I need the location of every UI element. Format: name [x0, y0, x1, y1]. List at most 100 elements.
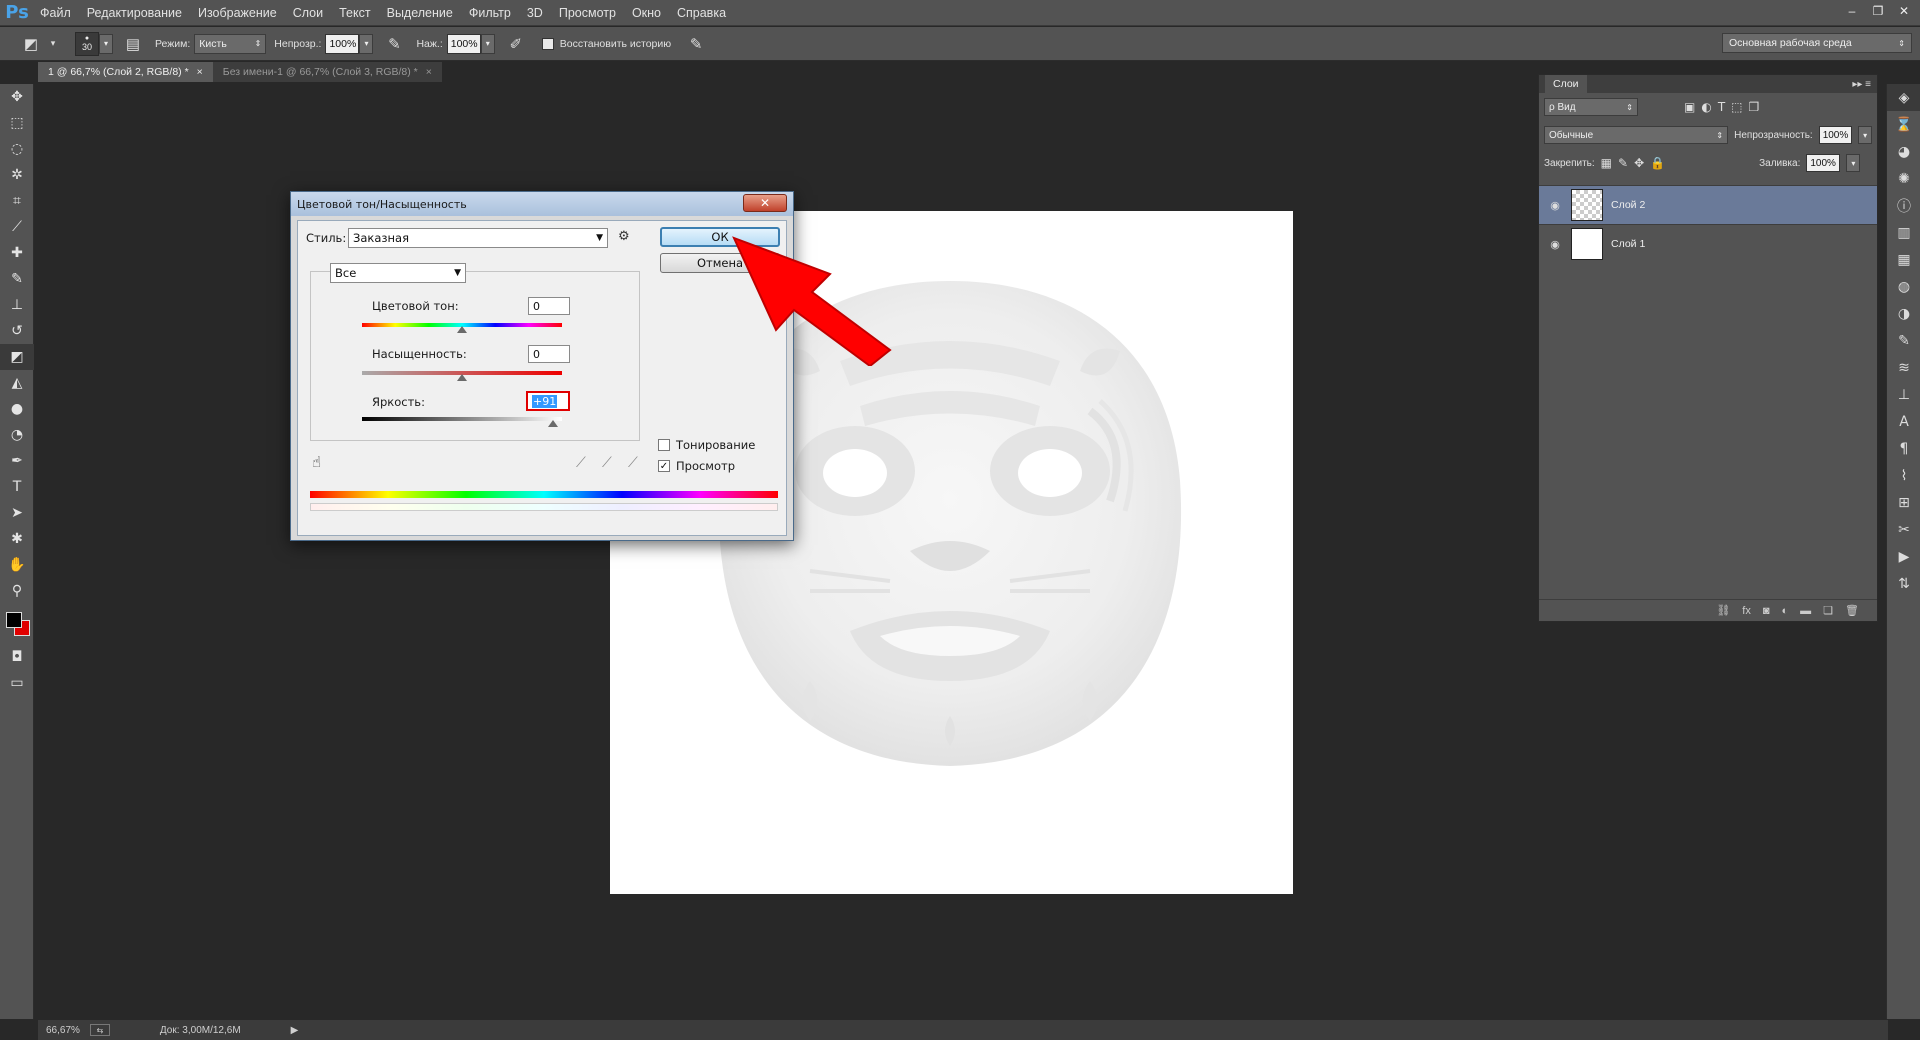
close-app-button[interactable]: ✕: [1892, 2, 1916, 20]
character-panel-icon[interactable]: A: [1887, 408, 1920, 435]
channel-select[interactable]: Все ▼: [330, 263, 466, 283]
menu-type[interactable]: Текст: [331, 0, 378, 26]
filter-type-icon[interactable]: T: [1718, 100, 1725, 114]
saturation-input[interactable]: 0: [528, 345, 570, 363]
menu-filter[interactable]: Фильтр: [461, 0, 519, 26]
foreground-color-swatch[interactable]: [6, 612, 22, 628]
lock-position-icon[interactable]: ✥: [1634, 156, 1644, 170]
tools-presets-icon[interactable]: ✂: [1887, 516, 1920, 543]
properties-panel-icon[interactable]: ⇅: [1887, 570, 1920, 597]
opacity-dropdown[interactable]: ▾: [359, 33, 374, 54]
layer-filter-kind-select[interactable]: ρ Вид ⇕: [1544, 98, 1638, 116]
style-select[interactable]: Заказная ▼: [348, 228, 608, 248]
zoom-level[interactable]: 66,67%: [46, 1025, 80, 1036]
magic-wand-tool-icon[interactable]: ✲: [0, 162, 34, 188]
restore-history-checkbox[interactable]: [541, 37, 554, 50]
history-panel-icon[interactable]: ⌛: [1887, 111, 1920, 138]
paragraph-panel-icon[interactable]: ¶: [1887, 435, 1920, 462]
workspace-select[interactable]: Основная рабочая среда ⇕: [1722, 33, 1912, 53]
brush-presets-icon[interactable]: ✎: [1887, 327, 1920, 354]
filter-pixel-icon[interactable]: ▣: [1684, 100, 1695, 114]
dialog-close-button[interactable]: ✕: [743, 194, 787, 212]
hand-tool-icon[interactable]: ✋: [0, 552, 34, 578]
styles-panel-icon[interactable]: ◍: [1887, 273, 1920, 300]
hue-input[interactable]: 0: [528, 297, 570, 315]
lock-all-icon[interactable]: 🔒: [1650, 156, 1665, 170]
crop-tool-icon[interactable]: ⌗: [0, 188, 34, 214]
marquee-tool-icon[interactable]: ⬚: [0, 110, 34, 136]
menu-image[interactable]: Изображение: [190, 0, 285, 26]
tab-document-untitled[interactable]: Без имени-1 @ 66,7% (Слой 3, RGB/8) * ×: [212, 62, 442, 82]
layer-row-layer-2[interactable]: ◉ Слой 2: [1539, 185, 1877, 224]
link-layers-icon[interactable]: ⛓: [1716, 604, 1730, 617]
pressure-opacity-icon[interactable]: ✎: [383, 33, 405, 55]
dialog-title-bar[interactable]: Цветовой тон/Насыщенность ✕: [291, 192, 793, 216]
adjustments-panel-icon[interactable]: ✺: [1887, 165, 1920, 192]
filter-shape-icon[interactable]: ⬚: [1731, 100, 1742, 114]
shape-tool-icon[interactable]: ✱: [0, 526, 34, 552]
pressure-dropdown[interactable]: ▾: [480, 33, 495, 54]
menu-help[interactable]: Справка: [669, 0, 734, 26]
brush-size-dropdown[interactable]: ▾: [99, 33, 113, 54]
lasso-tool-icon[interactable]: ◌: [0, 136, 34, 162]
opacity-input[interactable]: 100%: [325, 33, 360, 54]
layers-panel-icon[interactable]: ◈: [1887, 84, 1920, 111]
stamp-tool-icon[interactable]: ⊥: [0, 292, 34, 318]
tab-layers[interactable]: Слои: [1545, 75, 1587, 93]
pen-tool-icon[interactable]: ✒: [0, 448, 34, 474]
airbrush-icon[interactable]: ✐: [505, 33, 527, 55]
layer-style-icon[interactable]: fx: [1742, 605, 1751, 617]
masks-panel-icon[interactable]: ◑: [1887, 300, 1920, 327]
eraser-tool-icon[interactable]: ◩: [0, 344, 34, 370]
new-group-icon[interactable]: ▬: [1800, 605, 1811, 617]
fill-dropdown[interactable]: ▾: [1846, 154, 1861, 172]
brush-panel-icon[interactable]: ≋: [1887, 354, 1920, 381]
eyedropper-plus-icon[interactable]: ⟋: [602, 455, 612, 471]
lightness-slider-thumb[interactable]: [548, 420, 558, 427]
tab-close-icon[interactable]: ×: [197, 62, 203, 82]
brush-size-picker[interactable]: ● 30: [75, 31, 99, 56]
eyedropper-icon[interactable]: ⟋: [576, 455, 586, 471]
healing-brush-tool-icon[interactable]: ✚: [0, 240, 34, 266]
paths-panel-icon[interactable]: ⌇: [1887, 462, 1920, 489]
filter-adjustment-icon[interactable]: ◐: [1701, 100, 1711, 114]
blur-tool-icon[interactable]: ●: [0, 396, 34, 422]
preset-options-gear-icon[interactable]: ⚙: [618, 229, 630, 244]
lightness-slider-track[interactable]: [362, 417, 562, 421]
pressure-size-icon[interactable]: ✎: [685, 33, 707, 55]
hue-slider-thumb[interactable]: [457, 326, 467, 333]
blend-mode-select[interactable]: Обычные ⇕: [1544, 126, 1729, 144]
status-menu-arrow-icon[interactable]: ▶: [291, 1025, 299, 1036]
type-tool-icon[interactable]: T: [0, 474, 34, 500]
visibility-eye-icon[interactable]: ◉: [1547, 199, 1563, 212]
restore-button[interactable]: ❐: [1866, 2, 1890, 20]
status-info-icon[interactable]: ⇆: [89, 1024, 110, 1036]
menu-layers[interactable]: Слои: [285, 0, 331, 26]
lock-pixels-icon[interactable]: ✎: [1618, 156, 1628, 170]
brush-tool-icon[interactable]: ✎: [0, 266, 34, 292]
layer-row-layer-1[interactable]: ◉ Слой 1: [1539, 224, 1877, 263]
eyedropper-minus-icon[interactable]: ⟋: [628, 455, 638, 471]
preview-checkbox[interactable]: ✓: [658, 460, 670, 472]
eraser-tool-icon[interactable]: ◩: [20, 33, 42, 55]
tab-close-icon[interactable]: ×: [426, 62, 432, 82]
layer-opacity-dropdown[interactable]: ▾: [1858, 126, 1872, 144]
dodge-tool-icon[interactable]: ◔: [0, 422, 34, 448]
path-selection-tool-icon[interactable]: ➤: [0, 500, 34, 526]
new-adjustment-icon[interactable]: ◐: [1782, 605, 1789, 617]
saturation-slider-thumb[interactable]: [457, 374, 467, 381]
channels-panel-icon[interactable]: ⊞: [1887, 489, 1920, 516]
eyedropper-tool-icon[interactable]: ⟋: [0, 214, 34, 240]
tab-document-1[interactable]: 1 @ 66,7% (Слой 2, RGB/8) * ×: [38, 62, 213, 82]
fill-input[interactable]: 100%: [1806, 154, 1841, 172]
layer-opacity-input[interactable]: 100%: [1818, 126, 1853, 144]
move-tool-icon[interactable]: ✥: [0, 84, 34, 110]
colorize-checkbox[interactable]: [658, 439, 670, 451]
color-panel-icon[interactable]: ◕: [1887, 138, 1920, 165]
menu-3d[interactable]: 3D: [519, 0, 551, 26]
clone-source-icon[interactable]: ⊥: [1887, 381, 1920, 408]
menu-window[interactable]: Окно: [624, 0, 669, 26]
lock-transparent-icon[interactable]: ▦: [1601, 156, 1612, 170]
menu-view[interactable]: Просмотр: [551, 0, 624, 26]
add-mask-icon[interactable]: ◙: [1763, 605, 1770, 617]
